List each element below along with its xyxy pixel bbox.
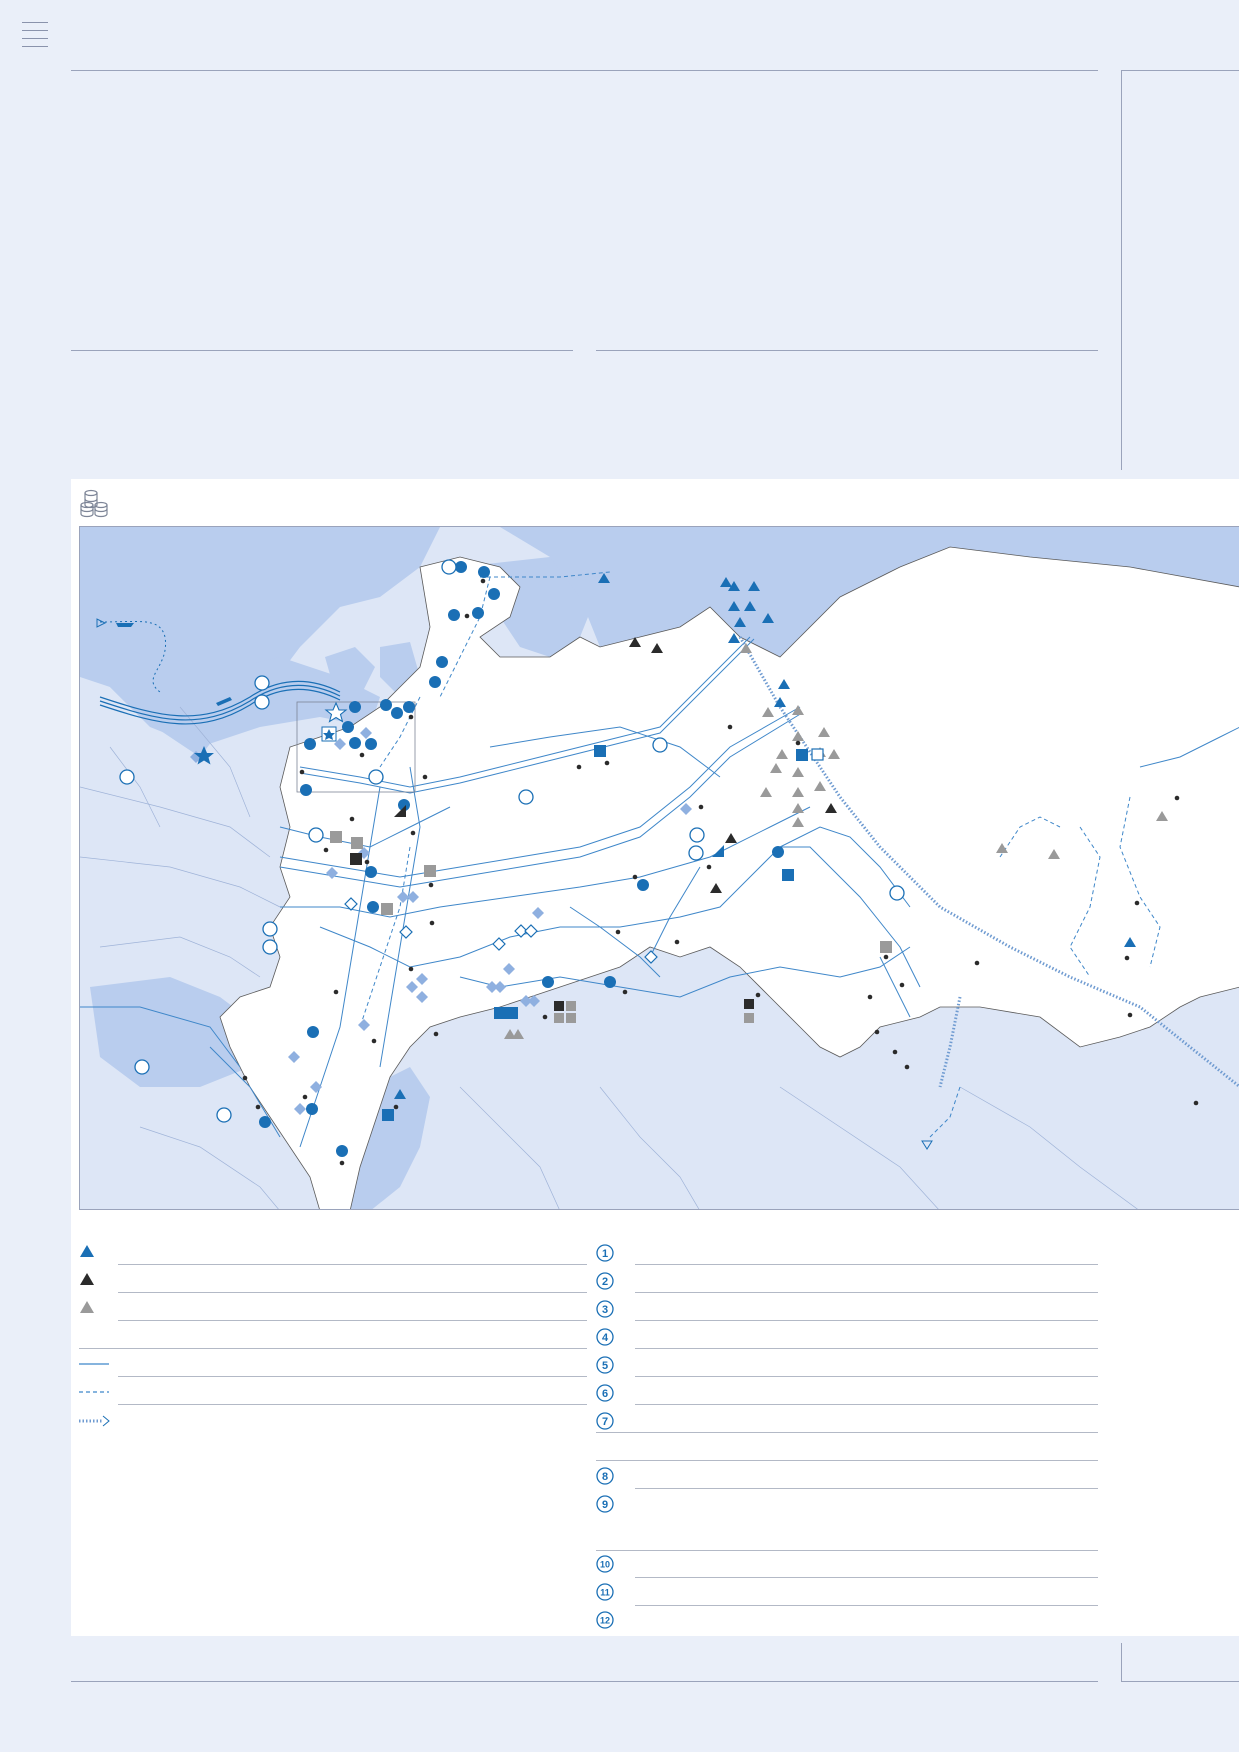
legend-row bbox=[635, 1462, 1098, 1489]
russia-land bbox=[219, 546, 1239, 1209]
svg-text:12: 12 bbox=[600, 1616, 610, 1626]
legend-row bbox=[118, 1266, 587, 1293]
number-badge: 11 bbox=[596, 1583, 614, 1601]
number-badge: 9 bbox=[596, 1495, 614, 1513]
number-badge: 4 bbox=[596, 1328, 614, 1346]
right-column-divider bbox=[1121, 70, 1122, 470]
legend-row bbox=[118, 1294, 587, 1321]
legend-row bbox=[635, 1322, 1098, 1349]
svg-text:1: 1 bbox=[602, 1248, 608, 1260]
triangle-grey-icon bbox=[80, 1301, 94, 1313]
right-column-rule bbox=[596, 350, 1098, 351]
svg-text:7: 7 bbox=[602, 1416, 608, 1428]
svg-text:11: 11 bbox=[600, 1588, 610, 1598]
right-column-top-rule bbox=[1121, 70, 1239, 71]
number-badge: 5 bbox=[596, 1356, 614, 1374]
svg-text:3: 3 bbox=[602, 1304, 608, 1316]
svg-text:8: 8 bbox=[602, 1471, 608, 1483]
svg-text:9: 9 bbox=[602, 1499, 608, 1511]
map-frame bbox=[79, 526, 1239, 1210]
svg-text:10: 10 bbox=[600, 1560, 610, 1570]
number-badge: 12 bbox=[596, 1611, 614, 1629]
legend-row bbox=[635, 1378, 1098, 1405]
legend-row bbox=[635, 1350, 1098, 1377]
svg-text:4: 4 bbox=[602, 1332, 609, 1344]
number-badge: 1 bbox=[596, 1244, 614, 1262]
legend-row bbox=[635, 1551, 1098, 1578]
legend-row bbox=[118, 1350, 587, 1377]
hamburger-menu-icon[interactable] bbox=[22, 22, 48, 48]
pipeline-dotted-arrow-icon bbox=[79, 1415, 110, 1427]
open-square bbox=[811, 748, 824, 761]
database-stack-icon bbox=[80, 489, 108, 518]
pipeline-dotted-route-2 bbox=[938, 996, 962, 1088]
footer-rule bbox=[71, 1681, 1098, 1682]
legend-row bbox=[596, 1406, 1098, 1433]
legend-row bbox=[635, 1266, 1098, 1293]
footer-right-rule bbox=[1121, 1681, 1239, 1682]
number-badge: 2 bbox=[596, 1272, 614, 1290]
top-rule bbox=[71, 70, 1098, 71]
legend-row bbox=[635, 1579, 1098, 1606]
left-column-rule bbox=[71, 350, 573, 351]
triangle-black-icon bbox=[80, 1273, 94, 1285]
svg-text:2: 2 bbox=[602, 1276, 608, 1288]
number-badge: 6 bbox=[596, 1384, 614, 1402]
number-badge: 8 bbox=[596, 1467, 614, 1485]
legend-row bbox=[79, 1322, 587, 1349]
triangle-blue-icon bbox=[80, 1245, 94, 1257]
gas-infrastructure-map bbox=[80, 527, 1239, 1209]
ship-icon bbox=[116, 623, 134, 627]
legend-row bbox=[635, 1294, 1098, 1321]
footer-right-divider bbox=[1121, 1643, 1122, 1682]
pipeline-solid-icon bbox=[79, 1363, 109, 1365]
legend-row bbox=[635, 1238, 1098, 1265]
pipeline-dashed-icon bbox=[79, 1391, 109, 1393]
svg-text:5: 5 bbox=[602, 1360, 608, 1372]
route-arrow-south bbox=[921, 1140, 933, 1150]
svg-text:6: 6 bbox=[602, 1388, 608, 1400]
legend-row bbox=[118, 1378, 587, 1405]
legend-row bbox=[596, 1523, 1098, 1551]
legend-row bbox=[596, 1434, 1098, 1461]
legend-row bbox=[118, 1238, 587, 1265]
number-badge: 7 bbox=[596, 1412, 614, 1430]
number-badge: 3 bbox=[596, 1300, 614, 1318]
number-badge: 10 bbox=[596, 1555, 614, 1573]
